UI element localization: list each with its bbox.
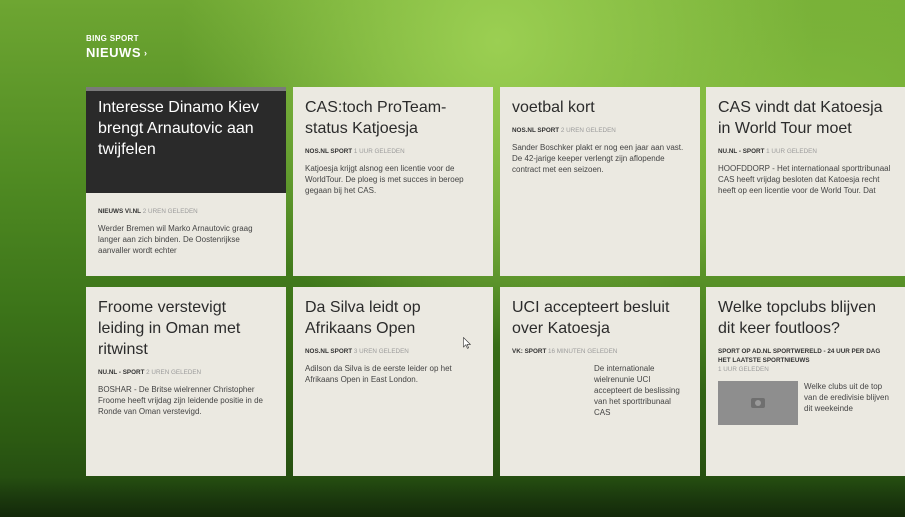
tile-snippet: Welke clubs uit de top van de eredivisie… [804, 382, 889, 413]
tile-time: 2 UREN GELEDEN [560, 127, 616, 134]
news-tile-arnautovic[interactable]: Interesse Dinamo Kiev brengt Arnautovic … [86, 87, 286, 276]
tile-time: 1 UUR GELEDEN [353, 148, 405, 155]
tile-meta: NU.NL - SPORT 1 UUR GELEDEN [718, 147, 894, 156]
tile-source: NU.NL - SPORT [98, 369, 145, 376]
tile-headline: CAS:toch ProTeam-status Katjoesja [305, 99, 447, 137]
tile-time: 2 UREN GELEDEN [146, 369, 202, 376]
tile-time: 1 UUR GELEDEN [766, 148, 817, 155]
tile-snippet: Werder Bremen wil Marko Arnautovic graag… [98, 224, 253, 255]
tile-source: NOS.NL SPORT [305, 148, 353, 155]
tile-time: 2 UREN GELEDEN [142, 208, 198, 215]
tile-headline: Froome verstevigt leiding in Oman met ri… [98, 299, 241, 358]
tile-time: 3 UREN GELEDEN [353, 348, 409, 355]
news-tile-froome[interactable]: Froome verstevigt leiding in Oman met ri… [86, 287, 286, 476]
tile-meta: NOS.NL SPORT 1 UUR GELEDEN [305, 147, 481, 156]
tile-meta: SPORT OP AD.NL SPORTWERELD - 24 UUR PER … [718, 347, 894, 374]
tile-snippet: Katjoesja krijgt alsnog een licentie voo… [305, 164, 464, 195]
camera-icon [751, 398, 765, 408]
tile-source: VK: SPORT [512, 348, 547, 355]
news-tile-cas-proteam[interactable]: CAS:toch ProTeam-status Katjoesja NOS.NL… [293, 87, 493, 276]
hub-header: BING SPORT NIEUWS › [86, 34, 147, 60]
tile-headline: Welke topclubs blijven dit keer foutloos… [718, 299, 877, 337]
tile-headline: CAS vindt dat Katoesja in World Tour moe… [718, 99, 883, 137]
tile-headline-band: Interesse Dinamo Kiev brengt Arnautovic … [86, 87, 286, 193]
tile-meta: NIEUWS VI.NL 2 UREN GELEDEN [98, 207, 274, 216]
tile-source: NOS.NL SPORT [305, 348, 353, 355]
tile-meta: NOS.NL SPORT 2 UREN GELEDEN [512, 126, 688, 135]
section-nieuws-link[interactable]: NIEUWS › [86, 45, 147, 60]
tile-time: 16 MINUTEN GELEDEN [548, 348, 618, 355]
news-tile-uci[interactable]: UCI accepteert besluit over Katoesja VK:… [500, 287, 700, 476]
tile-meta: VK: SPORT 16 MINUTEN GELEDEN [512, 347, 688, 356]
tile-snippet: HOOFDDORP - Het internationaal sporttrib… [718, 164, 891, 195]
news-tile-voetbal-kort[interactable]: voetbal kort NOS.NL SPORT 2 UREN GELEDEN… [500, 87, 700, 276]
section-title: NIEUWS [86, 45, 141, 60]
tile-meta: NU.NL - SPORT 2 UREN GELEDEN [98, 368, 274, 377]
tile-meta: NOS.NL SPORT 3 UREN GELEDEN [305, 347, 481, 356]
tile-source: NU.NL - SPORT [718, 148, 765, 155]
tile-source: SPORT OP AD.NL SPORTWERELD - 24 UUR PER … [718, 348, 881, 364]
tile-headline: Da Silva leidt op Afrikaans Open [305, 299, 421, 337]
tile-snippet: BOSHAR - De Britse wielrenner Christophe… [98, 385, 263, 416]
tile-thumbnail [718, 381, 798, 425]
tile-source: NIEUWS VI.NL [98, 208, 142, 215]
tile-thumb-row: Welke clubs uit de top van de eredivisie… [718, 381, 894, 425]
tile-snippet: Sander Boschker plakt er nog een jaar aa… [512, 143, 684, 174]
tile-source: NOS.NL SPORT [512, 127, 560, 134]
tile-headline: voetbal kort [512, 99, 595, 116]
tile-snippet: De internationale wielrenunie UCI accept… [594, 364, 680, 417]
news-tile-topclubs[interactable]: Welke topclubs blijven dit keer foutloos… [706, 287, 905, 476]
news-tile-cas-world-tour[interactable]: CAS vindt dat Katoesja in World Tour moe… [706, 87, 905, 276]
news-tile-da-silva[interactable]: Da Silva leidt op Afrikaans Open NOS.NL … [293, 287, 493, 476]
tile-headline: Interesse Dinamo Kiev brengt Arnautovic … [98, 99, 259, 158]
app-title: BING SPORT [86, 34, 139, 43]
tile-snippet: Adilson da Silva is de eerste leider op … [305, 364, 452, 384]
tile-time: 1 UUR GELEDEN [718, 366, 769, 373]
mouse-cursor-icon [463, 337, 471, 349]
chevron-right-icon: › [144, 47, 147, 58]
tile-headline: UCI accepteert besluit over Katoesja [512, 299, 670, 337]
